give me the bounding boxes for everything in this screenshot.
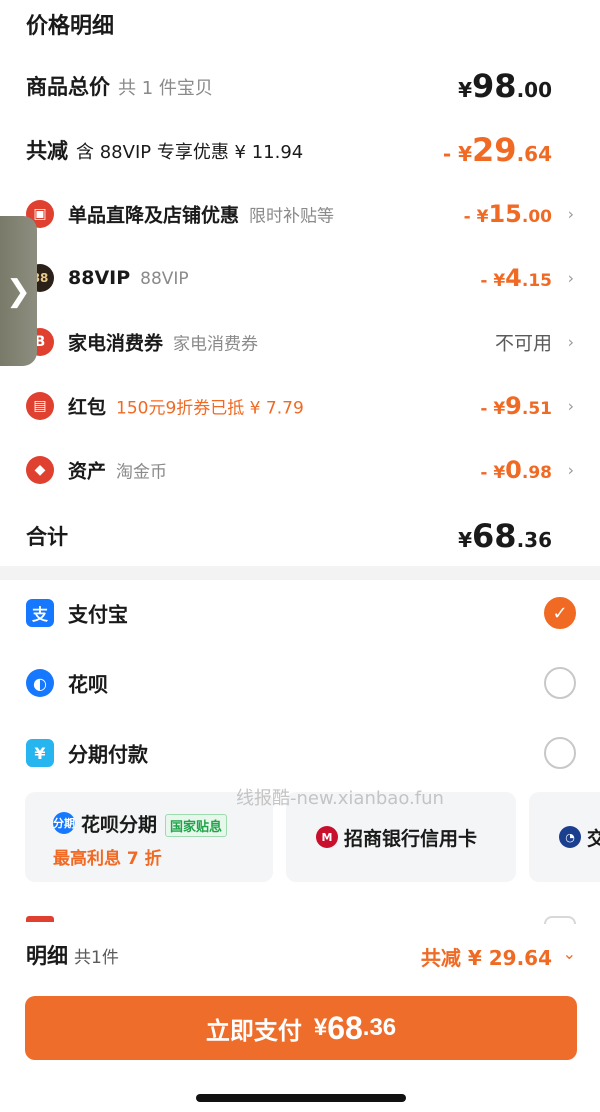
total-reduce-row: 共减含 88VIP 专享优惠 ¥ 11.94 - ¥29.64 — [0, 122, 600, 178]
discount-row-88vip[interactable]: 88 88VIP 88VIP - ¥4.15 › — [0, 250, 600, 306]
subtotal-label: 合计 — [26, 525, 68, 549]
subtotal-row: 合计 ¥68.36 — [0, 508, 600, 564]
discount-row-assets[interactable]: ◆ 资产 淘金币 - ¥0.98 › — [0, 442, 600, 498]
payment-option-huabei[interactable]: ◐ 花呗 — [0, 650, 600, 716]
tag-icon: ◆ — [26, 456, 54, 484]
chevron-right-icon: › — [567, 268, 574, 288]
chevron-right-icon: ❯ — [5, 273, 32, 309]
installment-icon: ¥ — [26, 739, 54, 767]
alipay-icon: 支 — [26, 599, 54, 627]
vip-saving-note: 含 88VIP 专享优惠 ¥ 11.94 — [76, 142, 304, 163]
subtotal-amount: ¥68.36 — [458, 517, 552, 555]
chevron-right-icon: › — [567, 332, 574, 352]
bocom-icon: ◔ — [559, 826, 581, 848]
discount-row-shop[interactable]: ▣ 单品直降及店铺优惠 限时补贴等 - ¥15.00 › — [0, 186, 600, 242]
goods-total-row: 商品总价共 1 件宝贝 ¥98.00 — [0, 58, 600, 114]
radio-checked[interactable]: ✓ — [544, 597, 576, 629]
huabei-icon: ◐ — [26, 669, 54, 697]
side-expand-tab[interactable]: ❯ — [0, 216, 37, 366]
chevron-down-icon[interactable]: ⌄ — [563, 944, 576, 963]
discount-amount: - ¥15.00 — [463, 200, 552, 228]
payment-option-installment[interactable]: ¥ 分期付款 — [0, 720, 600, 786]
red-packet-icon: ▤ — [26, 392, 54, 420]
goods-total-label: 商品总价 — [26, 75, 110, 99]
pay-now-button[interactable]: 立即支付 ¥68.36 — [25, 996, 577, 1060]
section-divider — [0, 566, 600, 580]
total-reduce-amount: - ¥29.64 — [442, 131, 552, 169]
total-reduce-label: 共减 — [26, 139, 68, 163]
detail-toggle[interactable]: 明细 共1件 — [26, 940, 119, 970]
partial-radio — [544, 916, 576, 924]
radio-unchecked[interactable] — [544, 737, 576, 769]
home-indicator — [196, 1094, 406, 1102]
goods-count: 共 1 件宝贝 — [118, 78, 213, 99]
section-title: 价格明细 — [26, 14, 115, 39]
discount-amount: - ¥0.98 — [480, 456, 552, 484]
coupon-status: 不可用 — [494, 332, 552, 355]
cmb-icon: M — [316, 826, 338, 848]
price-detail-section: 价格明细 商品总价共 1 件宝贝 ¥98.00 共减含 88VIP 专享优惠 ¥… — [0, 0, 600, 570]
radio-unchecked[interactable] — [544, 667, 576, 699]
card-bocom[interactable]: ◔ 交 — [529, 792, 600, 882]
chevron-right-icon: › — [567, 396, 574, 416]
bottom-bar: 明细 共1件 共减 ¥ 29.64 ⌄ 立即支付 ¥68.36 — [0, 926, 600, 1112]
chevron-right-icon: › — [567, 204, 574, 224]
chevron-right-icon: › — [567, 460, 574, 480]
detail-total-reduce[interactable]: 共减 ¥ 29.64 — [421, 942, 552, 971]
discount-row-red-packet[interactable]: ▤ 红包 150元9折券已抵 ¥ 7.79 - ¥9.51 › — [0, 378, 600, 434]
goods-total-amount: ¥98.00 — [458, 67, 552, 105]
partial-option-icon — [26, 916, 54, 922]
payment-option-alipay[interactable]: 支 支付宝 ✓ — [0, 580, 600, 646]
payment-methods-section: 支 支付宝 ✓ ◐ 花呗 ¥ 分期付款 分期 花呗分期 国家贴息 最高利息 7 折… — [0, 580, 600, 920]
discount-amount: - ¥9.51 — [480, 392, 552, 420]
watermark: 线报酷-new.xianbao.fun — [236, 788, 444, 809]
subsidy-badge: 国家贴息 — [165, 814, 228, 837]
huabei-installment-icon: 分期 — [53, 812, 75, 834]
discount-row-appliance-coupon[interactable]: B 家电消费券 家电消费券 不可用 › — [0, 314, 600, 370]
discount-amount: - ¥4.15 — [480, 264, 552, 292]
interest-discount-note: 最高利息 7 折 — [53, 849, 162, 869]
